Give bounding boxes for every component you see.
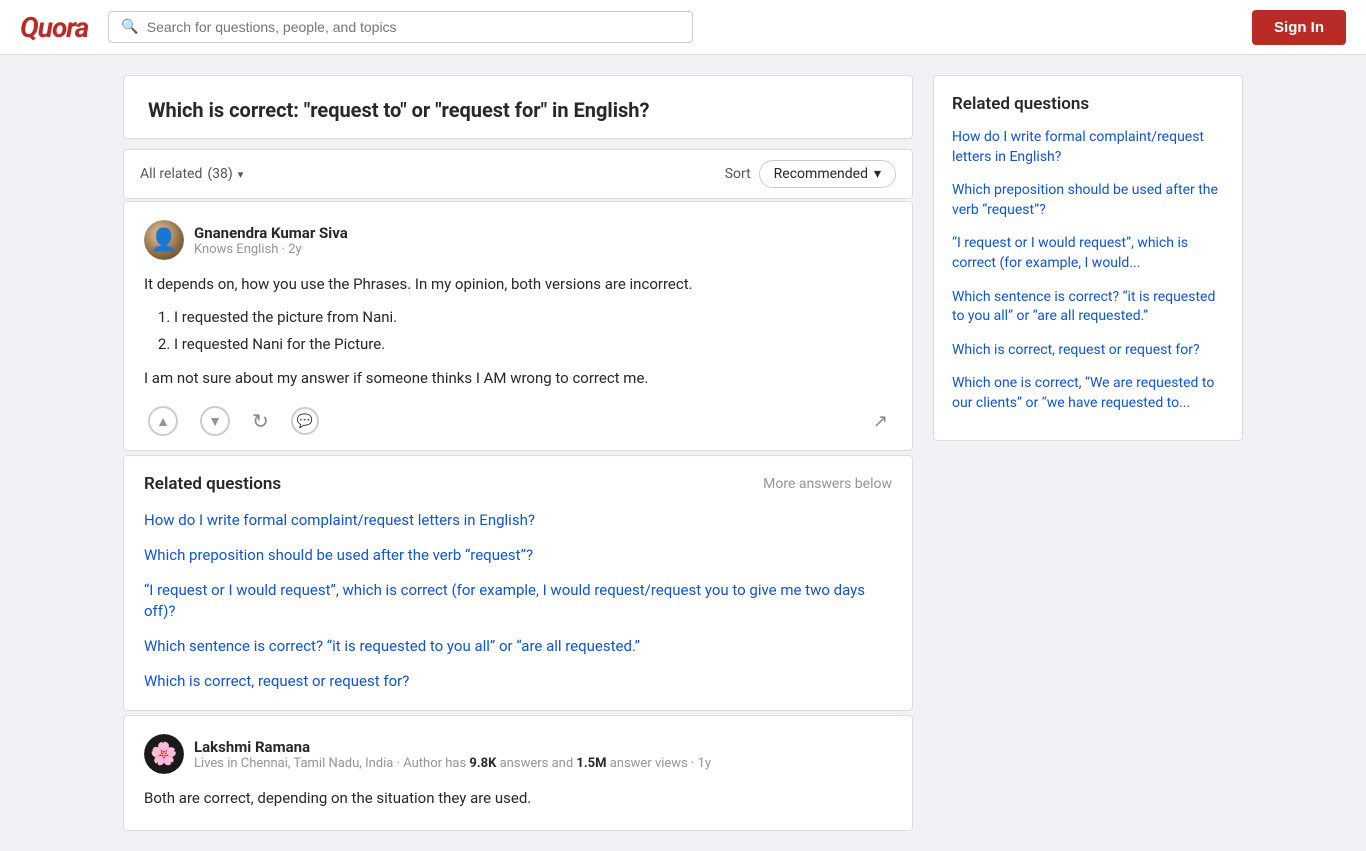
sidebar-link-5[interactable]: Which one is correct, “We are requested … bbox=[952, 374, 1224, 413]
inline-related-link-0[interactable]: How do I write formal complaint/request … bbox=[144, 510, 892, 531]
sidebar-link-1[interactable]: Which preposition should be used after t… bbox=[952, 181, 1224, 220]
answerer-meta-1: Knows English · 2y bbox=[194, 242, 348, 257]
more-answers-below: More answers below bbox=[763, 476, 892, 492]
answerer-meta-2: Lives in Chennai, Tamil Nadu, India · Au… bbox=[194, 756, 711, 771]
list-item: I requested Nani for the Picture. bbox=[174, 331, 892, 358]
content-column: Which is correct: "request to" or "reque… bbox=[123, 75, 913, 831]
main-container: Which is correct: "request to" or "reque… bbox=[108, 55, 1258, 851]
search-input[interactable] bbox=[147, 19, 680, 35]
quora-logo[interactable]: Quora bbox=[20, 11, 88, 44]
related-section-title: Related questions bbox=[144, 474, 281, 494]
question-title: Which is correct: "request to" or "reque… bbox=[148, 96, 888, 124]
views-count: 1.5M bbox=[576, 756, 606, 771]
all-related-dropdown[interactable]: All related (38) ▾ bbox=[140, 166, 243, 182]
downvote-icon: ▼ bbox=[200, 406, 230, 436]
header: Quora 🔍 Sign In bbox=[0, 0, 1366, 55]
action-bar-1: ▲ ▼ ↻ 💬 ↗ bbox=[144, 398, 892, 438]
sort-chevron-icon: ▾ bbox=[874, 166, 881, 182]
upvote-button[interactable]: ▲ bbox=[144, 404, 182, 438]
filter-bar: All related (38) ▾ Sort Recommended ▾ bbox=[123, 149, 913, 199]
answer-preview-2: Both are correct, depending on the situa… bbox=[144, 786, 892, 810]
answerer-name-1[interactable]: Gnanendra Kumar Siva bbox=[194, 224, 348, 242]
chevron-down-icon: ▾ bbox=[238, 168, 244, 181]
sidebar-card: Related questions How do I write formal … bbox=[933, 75, 1243, 441]
avatar-lakshmi: 🌸 bbox=[144, 734, 184, 774]
inline-related-link-3[interactable]: Which sentence is correct? “it is reques… bbox=[144, 636, 892, 657]
views-label: answer views · 1y bbox=[610, 756, 711, 771]
all-related-label: All related bbox=[140, 166, 202, 182]
search-icon: 🔍 bbox=[121, 19, 138, 35]
upvote-icon: ▲ bbox=[148, 406, 178, 436]
author-meta-prefix: Lives in Chennai, Tamil Nadu, India · Au… bbox=[194, 756, 466, 771]
answer-closing-1: I am not sure about my answer if someone… bbox=[144, 366, 892, 390]
sidebar-link-2[interactable]: “I request or I would request”, which is… bbox=[952, 234, 1224, 273]
sort-label: Sort bbox=[725, 166, 751, 182]
share-rotate-icon: ↻ bbox=[252, 409, 269, 434]
sort-value: Recommended bbox=[774, 166, 868, 182]
avatar-gnanendra: 👤 bbox=[144, 220, 184, 260]
inline-related-section: Related questions More answers below How… bbox=[123, 455, 913, 711]
sign-in-button[interactable]: Sign In bbox=[1252, 10, 1346, 45]
share-arrow-icon: ↗ bbox=[873, 411, 888, 432]
inline-related-link-1[interactable]: Which preposition should be used after t… bbox=[144, 545, 892, 566]
answerer-row-2: 🌸 Lakshmi Ramana Lives in Chennai, Tamil… bbox=[144, 734, 892, 774]
question-panel: Which is correct: "request to" or "reque… bbox=[123, 75, 913, 139]
list-item: I requested the picture from Nani. bbox=[174, 304, 892, 331]
sort-dropdown[interactable]: Recommended ▾ bbox=[759, 160, 896, 188]
answers-count: 9.8K bbox=[469, 756, 496, 771]
answerer-info-2: Lakshmi Ramana Lives in Chennai, Tamil N… bbox=[194, 738, 711, 771]
answer-card-1: 👤 Gnanendra Kumar Siva Knows English · 2… bbox=[123, 201, 913, 451]
all-related-count: (38) bbox=[207, 166, 232, 182]
answerer-name-2[interactable]: Lakshmi Ramana bbox=[194, 738, 711, 756]
share-rotate-button[interactable]: ↻ bbox=[248, 407, 273, 436]
sidebar-link-4[interactable]: Which is correct, request or request for… bbox=[952, 341, 1224, 361]
answerer-row-1: 👤 Gnanendra Kumar Siva Knows English · 2… bbox=[144, 220, 892, 260]
downvote-button[interactable]: ▼ bbox=[196, 404, 234, 438]
search-bar: 🔍 bbox=[108, 11, 693, 43]
sidebar-link-0[interactable]: How do I write formal complaint/request … bbox=[952, 128, 1224, 167]
share-button[interactable]: ↗ bbox=[869, 409, 892, 434]
answer-intro-1: It depends on, how you use the Phrases. … bbox=[144, 272, 892, 296]
answer-card-2: 🌸 Lakshmi Ramana Lives in Chennai, Tamil… bbox=[123, 715, 913, 831]
inline-related-link-4[interactable]: Which is correct, request or request for… bbox=[144, 671, 892, 692]
comment-button[interactable]: 💬 bbox=[287, 405, 323, 437]
answerer-info-1: Gnanendra Kumar Siva Knows English · 2y bbox=[194, 224, 348, 257]
inline-related-link-2[interactable]: “I request or I would request”, which is… bbox=[144, 580, 892, 622]
sidebar-link-3[interactable]: Which sentence is correct? “it is reques… bbox=[952, 288, 1224, 327]
answers-label: answers and bbox=[500, 756, 574, 771]
sidebar: Related questions How do I write formal … bbox=[933, 75, 1243, 831]
related-section-header: Related questions More answers below bbox=[144, 474, 892, 494]
comment-icon: 💬 bbox=[291, 407, 319, 435]
answer-list-1: I requested the picture from Nani. I req… bbox=[174, 304, 892, 358]
sidebar-title: Related questions bbox=[952, 94, 1224, 114]
